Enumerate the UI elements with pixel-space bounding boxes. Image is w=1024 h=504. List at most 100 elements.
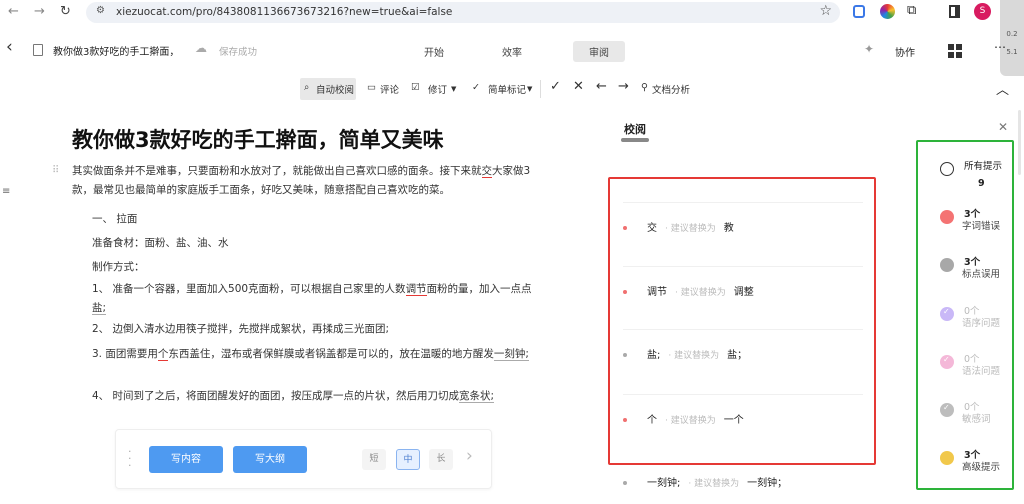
extension-icon[interactable] <box>853 5 865 18</box>
profile-avatar[interactable]: S <box>974 3 991 20</box>
address-bar[interactable]: ⚙ xiezuocat.com/pro/8438081136673673216?… <box>86 2 840 23</box>
category-label: 字词错误 <box>962 221 1001 232</box>
document-icon <box>33 44 43 56</box>
document-title[interactable]: 教你做3款好吃的手工擀面，简单又美味 <box>72 124 444 154</box>
paragraph[interactable]: 3. 面团需要用个东西盖住，湿布或者保鲜膜或者锅盖都是可以的，放在温暖的地方醒发… <box>72 345 542 364</box>
next-icon[interactable]: → <box>618 79 629 94</box>
category-label: 高级提示 <box>962 462 1001 473</box>
flagged-text[interactable]: 宽条状; <box>459 390 495 403</box>
more-icon[interactable]: ⋯ <box>994 40 1006 54</box>
collapse-icon[interactable]: ︿ <box>996 79 1009 98</box>
revise-dropdown-icon[interactable]: ▼ <box>451 85 456 93</box>
flagged-text[interactable]: 盐; <box>92 302 107 315</box>
document-name[interactable]: 教你做3款好吃的手工擀面， <box>53 43 179 58</box>
text-run: 3. 面团需要用 <box>92 348 158 360</box>
scrollbar[interactable] <box>1018 110 1021 175</box>
category-label: 语序问题 <box>962 318 1001 329</box>
puzzle-icon[interactable]: ⧉ <box>907 3 916 18</box>
comment-button[interactable]: 评论 <box>380 82 399 96</box>
mark-dropdown-icon[interactable]: ▼ <box>527 85 532 93</box>
original-text: 一刻钟; <box>647 478 681 489</box>
panel-tab-review[interactable]: 校阅 <box>624 121 646 137</box>
auto-check-icon: ⌕ <box>304 82 310 93</box>
replacement-text[interactable]: 一刻钟； <box>747 478 787 489</box>
replace-hint: · 建议替换为 <box>688 479 740 489</box>
text-run: 一、 拉面 <box>92 213 138 225</box>
active-tab-indicator <box>621 138 649 142</box>
revise-button[interactable]: 修订 <box>428 82 447 96</box>
paragraph[interactable]: 其实做面条并不是难事，只要面粉和水放对了，就能做出自己喜欢口感的面条。接下来就交… <box>72 162 542 200</box>
category-label: 所有提示 <box>964 161 1003 172</box>
length-long-button[interactable]: 长 <box>429 449 453 470</box>
flagged-text[interactable]: 交 <box>481 165 492 178</box>
category-color-icon: ✓ <box>940 307 954 321</box>
text-run: 制作方式： <box>92 261 145 273</box>
star-icon[interactable]: ☆ <box>819 3 832 19</box>
write-content-button[interactable]: 写内容 <box>149 446 223 473</box>
collab-button[interactable]: 协作 <box>895 44 915 59</box>
paragraph[interactable]: 一、 拉面 <box>72 210 542 229</box>
cloud-icon: ☁ <box>195 41 207 55</box>
text-run: 准备食材：面粉、盐、油、水 <box>92 237 229 249</box>
highlight-box-suggestions <box>608 177 876 465</box>
tab-review[interactable]: 审阅 <box>573 41 625 62</box>
back-chevron-icon[interactable]: ‹ <box>6 37 13 57</box>
category-label: 语法问题 <box>962 366 1001 377</box>
site-info-icon[interactable]: ⚙ <box>96 5 105 16</box>
reject-icon[interactable]: ✕ <box>573 79 584 94</box>
tab-efficiency[interactable]: 效率 <box>492 41 532 62</box>
chevron-right-icon[interactable]: › <box>466 446 473 466</box>
drag-handle-icon[interactable]: ⠿ <box>52 165 59 176</box>
category-color-icon <box>940 451 954 465</box>
apps-grid-icon[interactable] <box>948 44 962 58</box>
category-color-icon: ✓ <box>940 403 954 417</box>
sidebar-icon[interactable] <box>949 5 960 18</box>
category-count: 9 <box>978 178 985 189</box>
document-analysis-button[interactable]: 文档分析 <box>652 82 690 96</box>
paragraph[interactable]: 准备食材：面粉、盐、油、水 <box>72 234 542 253</box>
flagged-text[interactable]: 调节 <box>405 283 427 296</box>
flagged-text[interactable]: 一刻钟; <box>493 348 529 361</box>
category-label: 标点误用 <box>962 269 1001 280</box>
text-run: 面粉的量，加入一点点 <box>426 283 532 295</box>
accept-icon[interactable]: ✓ <box>550 79 561 94</box>
length-short-button[interactable]: 短 <box>362 449 386 470</box>
category-color-icon <box>940 258 954 272</box>
browser-toolbar: ← → ↻ ⚙ xiezuocat.com/pro/84380811366736… <box>0 0 1024 76</box>
tab-start[interactable]: 开始 <box>414 41 454 62</box>
text-run: 其实做面条并不是难事，只要面粉和水放对了，就能做出自己喜欢口感的面条。接下来就 <box>72 165 482 177</box>
writing-assistant-bar: · · · 写内容 写大纲 短 中 长 › <box>115 429 492 489</box>
suggestion-item[interactable]: 一刻钟; · 建议替换为 一刻钟； <box>623 474 863 492</box>
drag-handle-icon[interactable]: · · · <box>128 446 132 471</box>
color-extension-icon[interactable] <box>880 4 895 19</box>
flagged-text[interactable]: 个 <box>157 348 169 361</box>
side-menu-icon[interactable]: ≡ <box>2 186 10 197</box>
forward-icon[interactable]: → <box>34 4 45 19</box>
previous-icon[interactable]: ← <box>596 79 607 94</box>
text-run: 东西盖住，湿布或者保鲜膜或者锅盖都是可以的，放在温暖的地方醒发 <box>168 348 494 360</box>
collab-icon[interactable]: ✦ <box>864 42 874 56</box>
length-medium-button[interactable]: 中 <box>396 449 420 470</box>
close-icon[interactable]: ✕ <box>998 120 1008 134</box>
write-outline-button[interactable]: 写大纲 <box>233 446 307 473</box>
toolbar-divider <box>540 80 541 98</box>
back-icon[interactable]: ← <box>8 4 19 19</box>
all-hints-radio-icon[interactable] <box>940 162 954 176</box>
category-color-icon <box>940 210 954 224</box>
severity-dot-icon <box>623 481 627 485</box>
paragraph[interactable]: 1、 准备一个容器，里面加入500克面粉，可以根据自己家里的人数调节面粉的量，加… <box>72 280 542 318</box>
paragraph[interactable]: 制作方式： <box>72 258 542 277</box>
paragraph[interactable]: 4、 时间到了之后，将面团醒发好的面团，按压成厚一点的片状，然后用刀切成宽条状; <box>72 387 542 406</box>
category-color-icon: ✓ <box>940 355 954 369</box>
save-status: 保存成功 <box>219 47 258 58</box>
analysis-icon: ⚲ <box>641 82 648 93</box>
revise-icon: ☑ <box>411 82 420 93</box>
paragraph[interactable]: 2、 边倒入清水边用筷子搅拌，先搅拌成絮状，再揉成三光面团; <box>72 320 542 339</box>
category-label: 敏感词 <box>962 414 991 425</box>
auto-check-label[interactable]: 自动校阅 <box>316 82 354 96</box>
mark-button[interactable]: 简单标记 <box>488 82 526 96</box>
url-text[interactable]: xiezuocat.com/pro/8438081136673673216?ne… <box>116 6 452 18</box>
text-run: 2、 边倒入清水边用筷子搅拌，先搅拌成絮状，再揉成三光面团; <box>92 323 390 335</box>
text-run: 1、 准备一个容器，里面加入500克面粉，可以根据自己家里的人数 <box>92 283 406 295</box>
reload-icon[interactable]: ↻ <box>60 4 71 19</box>
